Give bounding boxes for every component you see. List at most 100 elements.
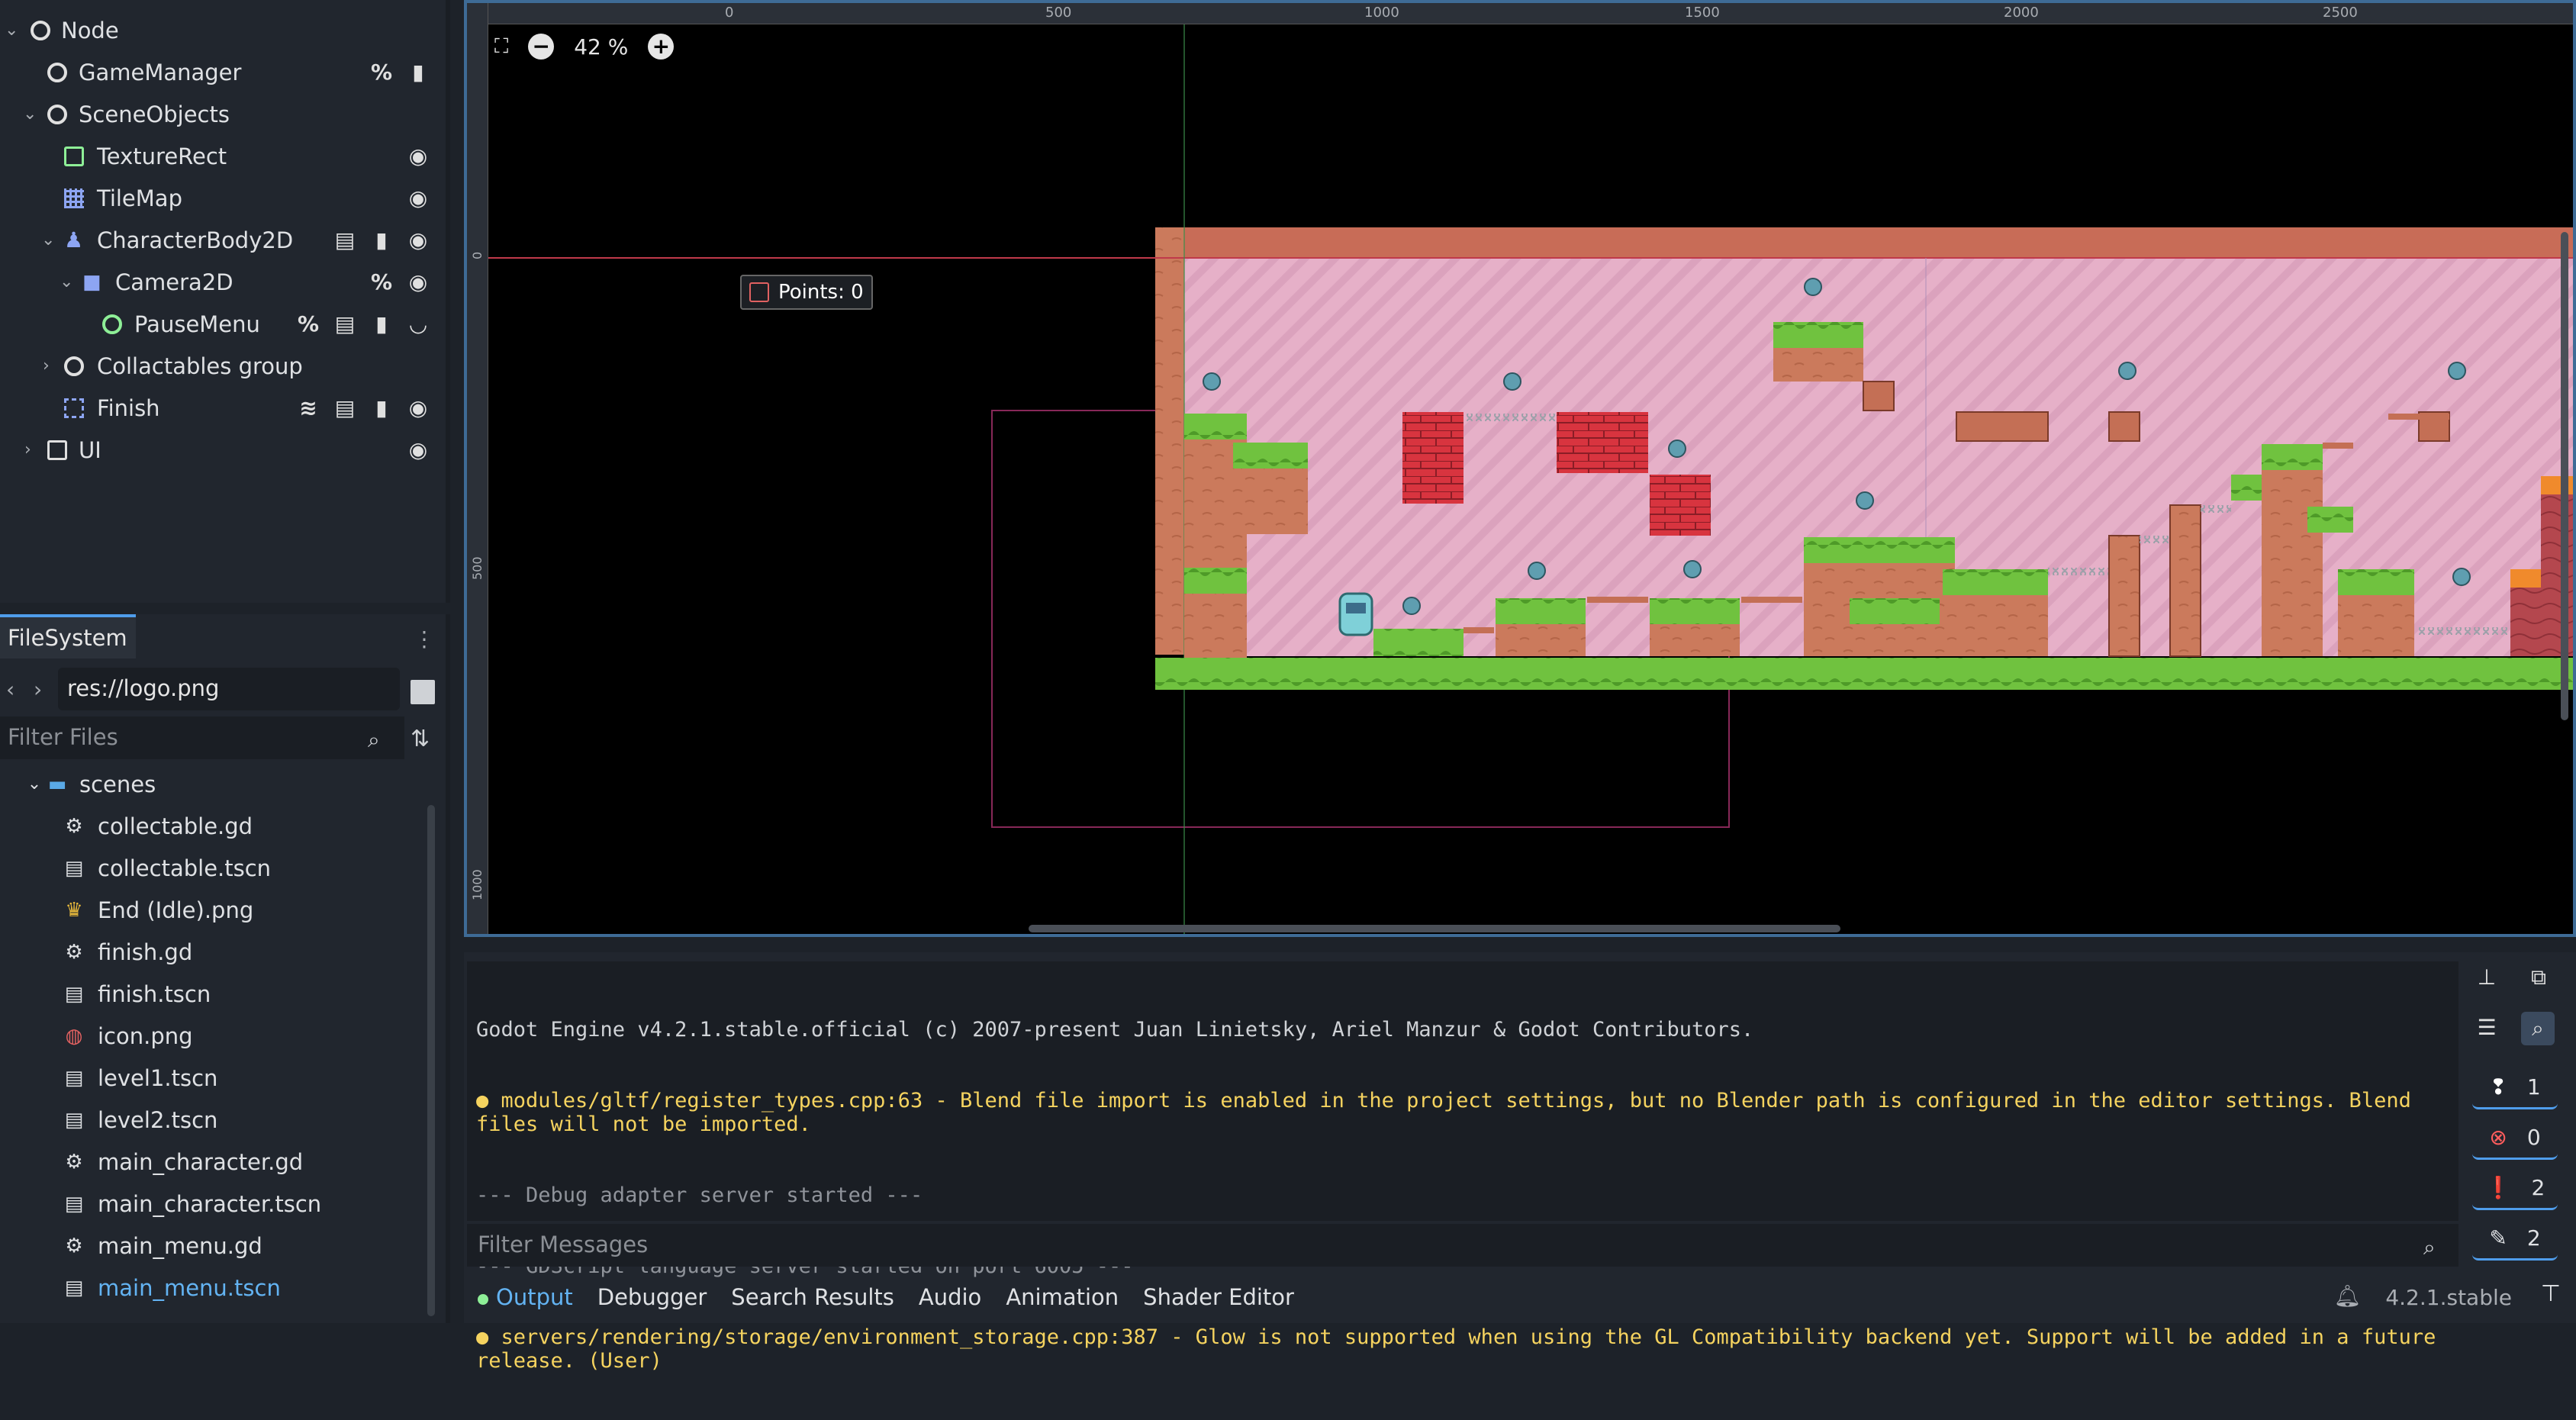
editor-icon: ✎ <box>2489 1225 2507 1251</box>
search-icon[interactable]: ⌕ <box>2521 1012 2555 1045</box>
tree-item-sceneobjects[interactable]: ⌄ SceneObjects <box>0 93 446 135</box>
search-icon[interactable]: ⌕ <box>368 727 380 753</box>
visibility-eye-icon[interactable]: ◉ <box>406 143 430 169</box>
canvas-viewport[interactable]: 0 500 1000 1500 2000 2500 0 500 1000 Poi… <box>464 0 2576 937</box>
list-item[interactable]: ▤ collectable.tscn <box>0 848 427 890</box>
node-icon <box>47 62 67 82</box>
tree-item-tilemap[interactable]: TileMap ◉ <box>0 177 446 219</box>
visibility-eye-icon[interactable]: ◉ <box>406 185 430 211</box>
warning-icon: ❗ <box>2484 1175 2512 1200</box>
visibility-eye-icon[interactable]: ◉ <box>406 269 430 295</box>
texture-rect-icon <box>64 146 84 166</box>
tree-item-camera2d[interactable]: ⌄ ■ Camera2D % ◉ <box>0 261 446 303</box>
error-icon: ⊗ <box>2489 1125 2507 1150</box>
copy-icon[interactable]: ⧉ <box>2526 964 2552 990</box>
forward-arrow-icon[interactable]: › <box>34 677 42 702</box>
list-item-selected[interactable]: ▤ main_menu.tscn <box>0 1267 427 1309</box>
pin-panel-icon[interactable]: ⊤ <box>2541 1280 2561 1307</box>
collapse-arrow-icon[interactable]: ⌄ <box>60 272 73 291</box>
tree-item-finish[interactable]: Finish ≋ ▤ ▮ ◉ <box>0 387 446 429</box>
zoom-level[interactable]: 42 % <box>574 34 628 60</box>
instance-clapper-icon[interactable]: ▤ <box>333 227 357 253</box>
tab-animation[interactable]: Animation <box>1006 1284 1119 1310</box>
tree-item-characterbody2d[interactable]: ⌄ ♟ CharacterBody2D ▤ ▮ ◉ <box>0 219 446 261</box>
tab-filesystem[interactable]: FileSystem <box>0 614 136 658</box>
log-line-warning: ● modules/gltf/register_types.cpp:63 - B… <box>476 1089 2424 1136</box>
filter-files-input[interactable]: Filter Files <box>0 716 404 759</box>
control-node-icon <box>102 314 122 334</box>
collapse-arrow-icon[interactable]: ⌄ <box>41 230 55 250</box>
path-field[interactable]: res://logo.png <box>58 668 400 710</box>
unique-name-icon[interactable]: % <box>369 60 394 85</box>
list-item[interactable]: ♛ End (Idle).png <box>0 890 427 932</box>
hud-icon <box>749 282 769 302</box>
expand-arrow-icon[interactable]: › <box>43 356 50 375</box>
log-line: --- Debug adapter server started --- <box>476 1183 923 1207</box>
script-icon[interactable]: ▮ <box>406 60 430 85</box>
list-item[interactable]: ◍ icon.png <box>0 1016 427 1058</box>
tab-shader-editor[interactable]: Shader Editor <box>1143 1284 1294 1310</box>
tree-item-pausemenu[interactable]: PauseMenu % ▤ ▮ ◡ <box>0 303 446 345</box>
list-item[interactable]: ▤ level2.tscn <box>0 1100 427 1141</box>
vertical-scrollbar[interactable] <box>2561 232 2568 720</box>
log-line-warning: ● servers/rendering/storage/environment_… <box>476 1325 2449 1373</box>
filter-warnings-button[interactable]: ❗ 2 <box>2472 1167 2558 1210</box>
instance-clapper-icon[interactable]: ▤ <box>333 395 357 420</box>
scrollbar[interactable] <box>427 805 435 1316</box>
list-item[interactable]: ⚙ main_menu.gd <box>0 1225 427 1267</box>
clapper-icon: ▤ <box>64 1067 84 1090</box>
search-icon[interactable]: ⌕ <box>2423 1235 2436 1261</box>
visibility-eye-icon[interactable]: ◉ <box>406 227 430 253</box>
tab-output[interactable]: Output <box>464 1284 573 1310</box>
layout-toggle-icon[interactable] <box>411 680 435 704</box>
tab-debugger[interactable]: Debugger <box>597 1284 707 1310</box>
filter-editor-button[interactable]: ✎ 2 <box>2472 1218 2558 1261</box>
list-item[interactable]: ▤ finish.tscn <box>0 974 427 1016</box>
output-log[interactable]: Godot Engine v4.2.1.stable.official (c) … <box>467 961 2458 1373</box>
script-icon[interactable]: ▮ <box>369 311 394 336</box>
list-item[interactable]: ⚙ finish.gd <box>0 932 427 974</box>
tree-item-texturerect[interactable]: TextureRect ◉ <box>0 135 446 177</box>
zoom-out-button[interactable]: − <box>528 34 555 60</box>
collapse-arrow-icon[interactable]: ⌄ <box>5 21 18 40</box>
unique-name-icon[interactable]: % <box>369 269 394 295</box>
tab-audio[interactable]: Audio <box>919 1284 981 1310</box>
collapse-arrow-icon[interactable]: ⌄ <box>23 773 46 796</box>
clear-output-icon[interactable]: ⊥ <box>2474 964 2500 990</box>
tab-search-results[interactable]: Search Results <box>731 1284 894 1310</box>
unique-name-icon[interactable]: % <box>296 311 320 336</box>
list-item[interactable]: ⌄ ▬ scenes <box>0 764 427 806</box>
zoom-in-button[interactable]: + <box>648 34 675 60</box>
list-item[interactable]: ▤ main_character.tscn <box>0 1183 427 1225</box>
visibility-eye-icon[interactable]: ◉ <box>406 437 430 462</box>
filter-messages-input[interactable]: Filter Messages <box>467 1224 2458 1267</box>
list-item[interactable]: ▤ level1.tscn <box>0 1058 427 1100</box>
script-icon[interactable]: ▮ <box>369 395 394 420</box>
horizontal-scrollbar[interactable] <box>1029 925 1840 932</box>
area-icon <box>64 398 84 418</box>
expand-arrow-icon[interactable]: › <box>24 440 31 459</box>
tree-item-collactables-group[interactable]: › Collactables group <box>0 345 446 387</box>
visibility-eye-icon[interactable]: ◉ <box>406 395 430 420</box>
filesystem-panel: FileSystem ⋮ ‹ › res://logo.png Filter F… <box>0 614 450 1323</box>
center-view-icon[interactable]: ⛶ <box>494 35 508 59</box>
filter-messages-button[interactable]: ❢ 1 <box>2472 1067 2558 1109</box>
filter-errors-button[interactable]: ⊗ 0 <box>2472 1117 2558 1160</box>
list-item[interactable]: ⚙ main_character.gd <box>0 1141 427 1183</box>
notification-bell-icon[interactable]: 🔔︎ <box>2333 1283 2361 1309</box>
tree-item-gamemanager[interactable]: GameManager % ▮ <box>0 51 446 93</box>
hidden-eye-icon[interactable]: ◡ <box>406 311 430 336</box>
script-icon[interactable]: ▮ <box>369 227 394 253</box>
kebab-menu-icon[interactable]: ⋮ <box>414 626 435 652</box>
back-arrow-icon[interactable]: ‹ <box>6 677 14 702</box>
list-item[interactable]: ⚙ collectable.gd <box>0 806 427 848</box>
signal-icon[interactable]: ≋ <box>296 395 320 420</box>
gear-icon: ⚙ <box>65 815 83 838</box>
tree-item-ui[interactable]: › UI ◉ <box>0 429 446 471</box>
instance-clapper-icon[interactable]: ▤ <box>333 311 357 336</box>
character-body-icon: ♟ <box>64 227 84 253</box>
collapse-duplicates-icon[interactable]: ☰ <box>2474 1015 2500 1041</box>
tree-item-node[interactable]: ⌄ Node <box>0 9 446 51</box>
sort-icon[interactable]: ⇅ <box>411 726 430 752</box>
collapse-arrow-icon[interactable]: ⌄ <box>23 105 37 124</box>
